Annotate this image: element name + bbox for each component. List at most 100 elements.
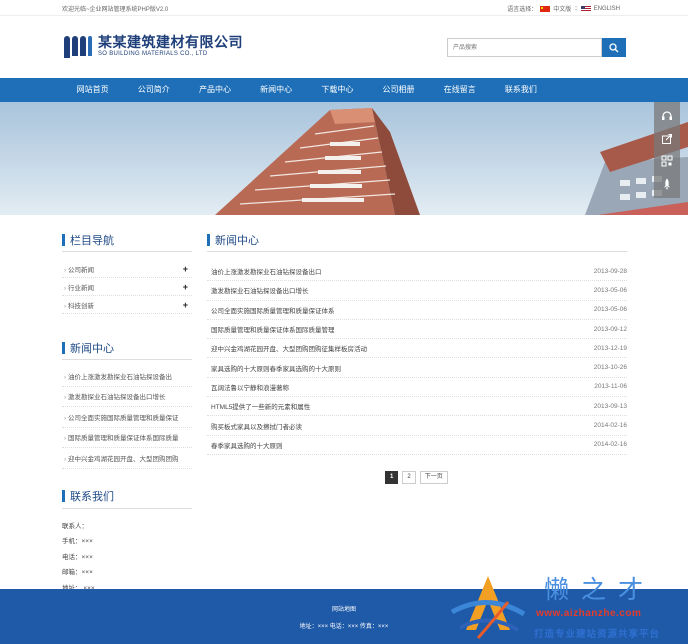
share-button[interactable] <box>660 132 674 146</box>
news-date: 2013-05-06 <box>593 306 627 314</box>
building-illustration <box>215 108 688 215</box>
news-date: 2013-09-13 <box>593 402 627 410</box>
main-nav: 网站首页 公司简介 产品中心 新闻中心 下载中心 公司相册 在线留言 联系我们 <box>0 78 688 102</box>
news-title[interactable]: 公司全面实施国际质量管理和质量保证体系 <box>211 305 335 315</box>
news-title[interactable]: 激发勘探业石油钻探设备出口增长 <box>211 285 309 295</box>
news-row[interactable]: 油价上涨激发勘探业石油钻探设备出口 2013-09-28 <box>207 262 627 282</box>
news-date: 2014-02-16 <box>593 422 627 430</box>
customer-service-button[interactable] <box>660 109 674 123</box>
news-title[interactable]: 瓦阔法鲁以宁静和浪漫著称 <box>211 382 289 392</box>
contact-info: 联系人： 手机：××× 电话：××× 邮箱：××× 地址： ××× <box>62 519 192 597</box>
contact-person: 联系人： <box>62 522 88 530</box>
news-row[interactable]: 购买板式家具以及擦拭门者必读 2014-02-16 <box>207 416 627 436</box>
list-item[interactable]: 国际质量管理和质量保证体系国际质量 <box>62 428 192 448</box>
watermark-slogan: 打造专业建站资源共享平台 <box>534 629 661 640</box>
search-button[interactable] <box>602 38 626 57</box>
language-label: 语言选择： <box>507 7 538 13</box>
left-news-title: 新闻中心 <box>62 336 192 360</box>
page-1-button[interactable]: 1 <box>385 471 399 484</box>
news-row[interactable]: HTML5提供了一些新的元素和属性 2013-09-13 <box>207 397 627 417</box>
news-title[interactable]: 国际质量管理和质量保证体系国际质量管理 <box>211 324 335 334</box>
news-row[interactable]: 公司全面实施国际质量管理和质量保证体系 2013-05-06 <box>207 301 627 320</box>
news-row[interactable]: 激发勘探业石油钻探设备出口增长 2013-05-06 <box>207 281 627 301</box>
nav-album[interactable]: 公司相册 <box>368 78 429 102</box>
nav-contact[interactable]: 联系我们 <box>490 78 551 102</box>
site-logo[interactable]: 某某建筑建材有限公司 SO BUILDING MATERIALS CO., LT… <box>62 34 243 58</box>
expand-icon[interactable]: + <box>183 264 188 274</box>
floating-toolbar <box>654 102 680 198</box>
page-title: 新闻中心 <box>207 228 627 252</box>
contact-phone: 电话：××× <box>62 553 93 561</box>
flag-cn-icon[interactable] <box>540 5 551 12</box>
news-title[interactable]: 春季家具选购的十大原则 <box>211 440 283 450</box>
company-name-cn: 某某建筑建材有限公司 <box>98 34 243 50</box>
news-date: 2013-11-06 <box>594 383 627 391</box>
main-content: 新闻中心 油价上涨激发勘探业石油钻探设备出口 2013-09-28 激发勘探业石油… <box>207 228 627 484</box>
contact-email: 邮箱：××× <box>62 569 93 576</box>
pagination: 1 2 下一页 <box>385 471 448 484</box>
news-title[interactable]: HTML5提供了一些新的元素和属性 <box>211 401 310 411</box>
list-item[interactable]: 激发勘探业石油钻探设备出口增长 <box>62 387 192 407</box>
category-item[interactable]: 公司新闻 + <box>62 260 192 278</box>
search-input[interactable] <box>447 38 602 57</box>
lang-separator: :: <box>574 5 578 12</box>
category-list: 公司新闻 + 行业新闻 + 科技创新 + <box>62 260 192 314</box>
nav-home[interactable]: 网站首页 <box>62 78 123 102</box>
hero-banner <box>0 102 688 215</box>
news-date: 2013-12-19 <box>593 344 627 352</box>
flag-us-icon[interactable] <box>580 5 591 12</box>
qrcode-button[interactable] <box>660 154 674 168</box>
search-icon <box>609 42 619 52</box>
list-item[interactable]: 公司全面实施国际质量管理和质量保证 <box>62 407 192 428</box>
back-to-top-button[interactable] <box>660 177 674 191</box>
nav-news[interactable]: 新闻中心 <box>246 78 307 102</box>
news-row[interactable]: 国际质量管理和质量保证体系国际质量管理 2013-09-12 <box>207 320 627 340</box>
nav-downloads[interactable]: 下载中心 <box>307 78 368 102</box>
watermark-title: 懒之才 <box>544 575 656 604</box>
news-list: 油价上涨激发勘探业石油钻探设备出口 2013-09-28 激发勘探业石油钻探设备出… <box>207 262 627 455</box>
news-row[interactable]: 迎中兴金鸡湖花园开盘、大型团购团购征集样板房活动 2013-12-19 <box>207 339 627 359</box>
nav-message[interactable]: 在线留言 <box>429 78 490 102</box>
news-row[interactable]: 瓦阔法鲁以宁静和浪漫著称 2013-11-06 <box>207 378 627 398</box>
expand-icon[interactable]: + <box>183 282 188 292</box>
lang-chinese-link[interactable]: 中文版 <box>553 4 571 13</box>
logo-mark-icon <box>62 34 94 58</box>
list-item[interactable]: 迎中兴金鸡湖花园开盘、大型团购团购 <box>62 448 192 469</box>
rocket-icon <box>664 178 670 190</box>
news-date: 2013-10-26 <box>593 364 627 372</box>
news-title[interactable]: 油价上涨激发勘探业石油钻探设备出口 <box>211 266 322 276</box>
expand-icon[interactable]: + <box>183 300 188 310</box>
headset-icon <box>662 111 672 121</box>
list-item[interactable]: 油价上涨激发勘探业石油钻探设备出 <box>62 366 192 387</box>
news-title[interactable]: 购买板式家具以及擦拭门者必读 <box>211 421 302 431</box>
search-box <box>447 38 626 57</box>
news-row[interactable]: 家具选购的十大原则春季家具选购的十大原则 2013-10-26 <box>207 358 627 378</box>
top-bar: 欢迎光临~企业网站管理系统PHP版V2.0 语言选择： 中文版 :: ENGLI… <box>0 0 688 16</box>
news-date: 2014-02-16 <box>593 441 627 449</box>
left-sidebar: 栏目导航 公司新闻 + 行业新闻 + 科技创新 + 新闻中心 油价上涨激发勘探业… <box>62 228 192 596</box>
left-news-list: 油价上涨激发勘探业石油钻探设备出 激发勘探业石油钻探设备出口增长 公司全面实施国… <box>62 366 192 469</box>
news-title[interactable]: 家具选购的十大原则春季家具选购的十大原则 <box>211 363 341 373</box>
share-icon <box>662 133 672 144</box>
contact-mobile: 手机：××× <box>62 538 93 545</box>
category-item[interactable]: 行业新闻 + <box>62 278 192 296</box>
contact-title: 联系我们 <box>62 485 192 509</box>
next-page-button[interactable]: 下一页 <box>419 471 448 484</box>
news-row[interactable]: 春季家具选购的十大原则 2014-02-16 <box>207 436 627 455</box>
watermark-logo-icon <box>450 576 526 639</box>
news-date: 2013-09-28 <box>593 267 627 275</box>
lang-english-link[interactable]: ENGLISH <box>594 6 620 12</box>
news-title[interactable]: 迎中兴金鸡湖花园开盘、大型团购团购征集样板房活动 <box>211 343 367 353</box>
company-name-en: SO BUILDING MATERIALS CO., LTD <box>98 51 208 57</box>
qrcode-icon <box>661 155 673 167</box>
nav-products[interactable]: 产品中心 <box>184 78 245 102</box>
language-switcher: 语言选择： 中文版 :: ENGLISH <box>507 4 620 13</box>
category-item[interactable]: 科技创新 + <box>62 296 192 314</box>
page-2-button[interactable]: 2 <box>402 471 416 484</box>
news-date: 2013-05-06 <box>593 286 627 294</box>
news-date: 2013-09-12 <box>593 325 627 333</box>
watermark: 懒之才 www.aizhanzhe.com 打造专业建站资源共享平台 <box>448 566 688 644</box>
watermark-url: www.aizhanzhe.com <box>536 608 642 619</box>
category-nav-title: 栏目导航 <box>62 228 192 252</box>
nav-about[interactable]: 公司简介 <box>123 78 184 102</box>
